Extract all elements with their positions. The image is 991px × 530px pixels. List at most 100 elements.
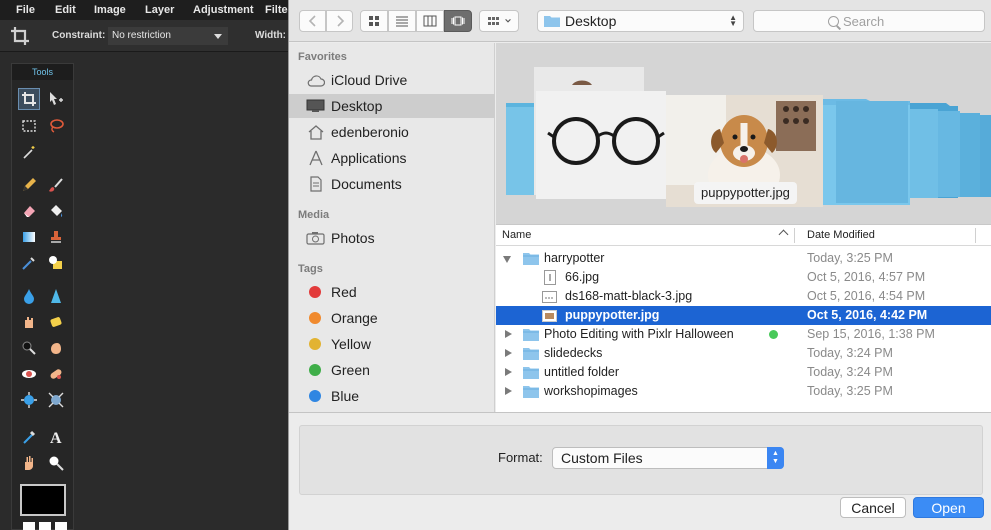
sidebar-item-applications[interactable]: Applications [289, 146, 495, 170]
menu-adjustment[interactable]: Adjustment [193, 4, 254, 16]
menu-file[interactable]: File [16, 4, 35, 16]
file-name: slidedecks [544, 346, 603, 360]
lasso-tool[interactable] [45, 115, 67, 137]
move-tool[interactable] [45, 88, 67, 110]
bloat-tool[interactable] [18, 389, 40, 411]
sidebar-item-desktop[interactable]: Desktop [289, 94, 495, 118]
list-row-66-jpg[interactable]: 66.jpg Oct 5, 2016, 4:57 PM [496, 268, 991, 287]
list-view-button[interactable] [388, 10, 416, 32]
dodge-tool[interactable] [18, 337, 40, 359]
eraser-tool[interactable] [18, 200, 40, 222]
sidebar-tag-red[interactable]: Red [289, 280, 495, 304]
shapes-icon [49, 256, 62, 269]
list-row-harrypotter[interactable]: harrypotter Today, 3:25 PM [496, 249, 991, 268]
format-select[interactable]: Custom Files ▲ ▼ [552, 447, 784, 469]
name-column-header[interactable]: Name [502, 229, 531, 241]
sidebar-item-home[interactable]: edenberonio [289, 120, 495, 144]
file-date: Today, 3:24 PM [807, 365, 893, 379]
sidebar-tag-yellow[interactable]: Yellow [289, 332, 495, 356]
color-replace-icon [22, 257, 35, 270]
sidebar-item-icloud-drive[interactable]: iCloud Drive [289, 68, 495, 92]
color-replace-tool[interactable] [18, 252, 40, 274]
list-row-photo-editing[interactable]: Photo Editing with Pixlr Halloween Sep 1… [496, 325, 991, 344]
cancel-button[interactable]: Cancel [840, 497, 906, 518]
chevron-down-icon [505, 19, 511, 23]
disclosure-triangle-icon[interactable] [505, 349, 512, 357]
list-row-untitled-folder[interactable]: untitled folder Today, 3:24 PM [496, 363, 991, 382]
sidebar-tag-orange[interactable]: Orange [289, 306, 495, 330]
disclosure-triangle-icon[interactable] [503, 256, 511, 263]
red-eye-icon [22, 370, 36, 378]
list-row-slidedecks[interactable]: slidedecks Today, 3:24 PM [496, 344, 991, 363]
search-field[interactable]: Search [753, 10, 985, 32]
secondary-color-swatch[interactable] [23, 522, 35, 530]
format-value: Custom Files [561, 450, 643, 466]
green-tag-dot [769, 330, 778, 339]
sidebar-item-label: Green [331, 362, 370, 378]
arrange-button[interactable] [479, 10, 519, 32]
sharpen-tool[interactable] [45, 285, 67, 307]
spot-heal-tool[interactable] [45, 363, 67, 385]
sidebar-item-photos[interactable]: Photos [289, 226, 495, 250]
location-popup[interactable]: Desktop ▲ ▼ [537, 10, 744, 32]
list-row-ds168-matt-black[interactable]: ds168-matt-black-3.jpg Oct 5, 2016, 4:54… [496, 287, 991, 306]
date-column-header[interactable]: Date Modified [807, 229, 875, 241]
color-picker-tool[interactable] [18, 426, 40, 448]
stamp-tool[interactable] [45, 226, 67, 248]
sponge-tool[interactable] [45, 311, 67, 333]
open-file-dialog: Desktop ▲ ▼ Search Favorites iCloud Drive… [288, 0, 991, 530]
blur-tool[interactable] [18, 285, 40, 307]
icon-view-button[interactable] [360, 10, 388, 32]
dialog-sidebar: Favorites iCloud Drive Desktop edenberon… [289, 43, 495, 412]
menu-edit[interactable]: Edit [55, 4, 76, 16]
pencil-tool[interactable] [18, 174, 40, 196]
menu-layer[interactable]: Layer [145, 4, 174, 16]
swap-colors-swatch[interactable] [39, 522, 51, 530]
cover-flow-view-button[interactable] [444, 10, 472, 32]
wand-tool[interactable] [18, 141, 40, 163]
list-row-puppypotter[interactable]: puppypotter.jpg Oct 5, 2016, 4:42 PM [496, 306, 991, 325]
back-button[interactable] [299, 10, 326, 32]
camera-icon [306, 230, 325, 246]
forward-button[interactable] [326, 10, 353, 32]
gradient-tool[interactable] [18, 226, 40, 248]
hand-tool[interactable] [18, 452, 40, 474]
image-file-icon [542, 310, 557, 322]
tag-dot [309, 364, 321, 376]
brush-tool[interactable] [45, 174, 67, 196]
crop-tool[interactable] [18, 88, 40, 110]
constraint-select[interactable]: No restriction [108, 27, 228, 45]
sidebar-tag-blue[interactable]: Blue [289, 384, 495, 408]
marquee-tool[interactable] [18, 115, 40, 137]
burn-tool[interactable] [45, 337, 67, 359]
pinch-tool[interactable] [45, 389, 67, 411]
disclosure-triangle-icon[interactable] [505, 368, 512, 376]
smudge-tool[interactable] [18, 311, 40, 333]
primary-color-swatch[interactable] [20, 484, 66, 516]
disclosure-triangle-icon[interactable] [505, 330, 512, 338]
bandage-icon [50, 369, 62, 379]
bloat-icon [21, 392, 37, 408]
format-label: Format: [498, 450, 543, 465]
file-date: Oct 5, 2016, 4:57 PM [807, 270, 926, 284]
sidebar-tag-green[interactable]: Green [289, 358, 495, 382]
redeye-tool[interactable] [18, 363, 40, 385]
open-button[interactable]: Open [913, 497, 984, 518]
bucket-tool[interactable] [45, 200, 67, 222]
sidebar-item-label: Documents [331, 176, 402, 192]
eraser-icon [24, 206, 35, 217]
disclosure-triangle-icon[interactable] [505, 387, 512, 395]
drawing-tool[interactable] [45, 252, 67, 274]
home-icon [306, 124, 325, 140]
list-row-workshopimages[interactable]: workshopimages Today, 3:25 PM [496, 382, 991, 401]
cover-flow-preview[interactable]: puppypotter.jpg [496, 43, 991, 224]
menu-image[interactable]: Image [94, 4, 126, 16]
type-tool[interactable]: A [45, 426, 67, 448]
reset-colors-swatch[interactable] [55, 522, 67, 530]
column-view-button[interactable] [416, 10, 444, 32]
sidebar-item-documents[interactable]: Documents [289, 172, 495, 196]
folder-icon [523, 367, 539, 379]
arrange-grid-icon [488, 17, 499, 25]
zoom-tool[interactable] [45, 452, 67, 474]
pinch-icon [48, 392, 64, 408]
